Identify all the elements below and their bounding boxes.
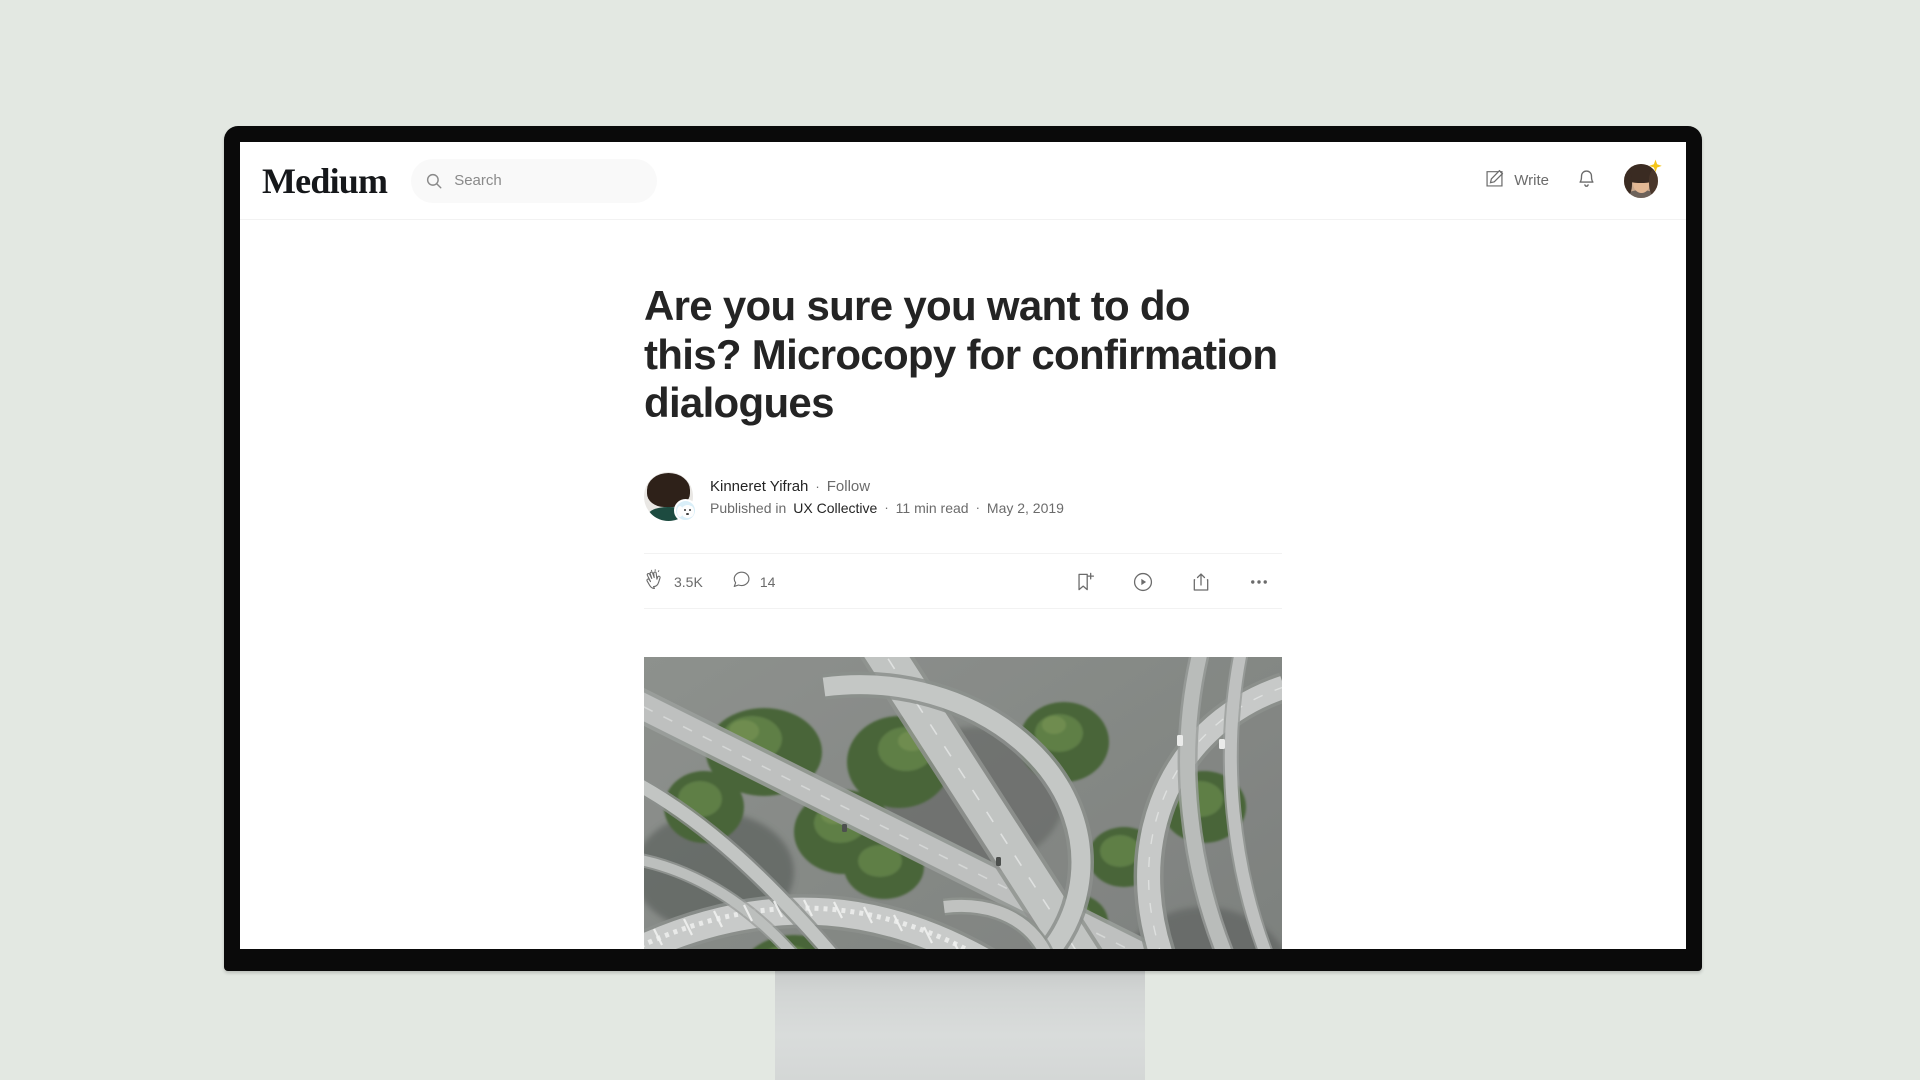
write-pencil-icon bbox=[1484, 168, 1505, 193]
article-actions bbox=[1074, 571, 1282, 593]
write-button[interactable]: Write bbox=[1484, 168, 1549, 193]
read-time: 11 min read bbox=[895, 499, 969, 516]
engagement-bar: 3.5K 14 bbox=[644, 553, 1282, 610]
play-circle-icon[interactable] bbox=[1132, 571, 1154, 593]
clap-button[interactable]: 3.5K bbox=[644, 568, 703, 596]
responses-count: 14 bbox=[759, 574, 776, 591]
publication-link[interactable]: UX Collective bbox=[793, 500, 877, 516]
comment-icon bbox=[731, 569, 752, 595]
monitor-stand bbox=[775, 968, 1145, 1080]
search-icon bbox=[425, 172, 443, 190]
notifications-button[interactable] bbox=[1575, 168, 1598, 194]
hero-image bbox=[644, 657, 1282, 949]
article: Are you sure you want to do this? Microc… bbox=[240, 220, 1686, 949]
published-in-label: Published in bbox=[710, 499, 787, 516]
search-box[interactable] bbox=[411, 158, 658, 203]
byline: Kinneret Yifrah · Follow Published in UX… bbox=[644, 472, 1282, 523]
author-avatar[interactable] bbox=[644, 472, 697, 523]
byline-separator: · bbox=[815, 478, 820, 494]
sparkle-icon bbox=[1648, 159, 1663, 174]
medium-logo[interactable]: Medium bbox=[262, 163, 388, 199]
screen: Medium Search Write Are you sure you wan… bbox=[240, 142, 1686, 949]
write-label: Write bbox=[1514, 172, 1549, 189]
site-header: Medium Search Write bbox=[240, 142, 1686, 220]
ellipsis-icon[interactable] bbox=[1248, 571, 1270, 593]
clap-count: 3.5K bbox=[674, 574, 703, 591]
publish-date: May 2, 2019 bbox=[986, 499, 1064, 516]
byline-separator: · bbox=[884, 500, 889, 516]
avatar[interactable] bbox=[1624, 159, 1662, 198]
clap-icon bbox=[644, 568, 666, 596]
share-icon[interactable] bbox=[1190, 571, 1212, 593]
highway-interchange-illustration bbox=[644, 657, 1282, 949]
bookmark-add-icon[interactable] bbox=[1074, 571, 1096, 593]
search-input[interactable] bbox=[454, 172, 644, 189]
header-actions: Write bbox=[1484, 159, 1664, 198]
byline-separator: · bbox=[975, 500, 980, 516]
author-name[interactable]: Kinneret Yifrah bbox=[710, 478, 808, 495]
monitor-bezel: Medium Search Write Are you sure you wan… bbox=[224, 126, 1702, 971]
hero-figure bbox=[644, 657, 1282, 949]
article-title: Are you sure you want to do this? Microc… bbox=[644, 282, 1278, 427]
follow-button[interactable]: Follow bbox=[827, 478, 870, 495]
bell-icon bbox=[1575, 168, 1598, 194]
responses-button[interactable]: 14 bbox=[731, 569, 776, 595]
ux-collective-dog-icon bbox=[674, 499, 697, 523]
